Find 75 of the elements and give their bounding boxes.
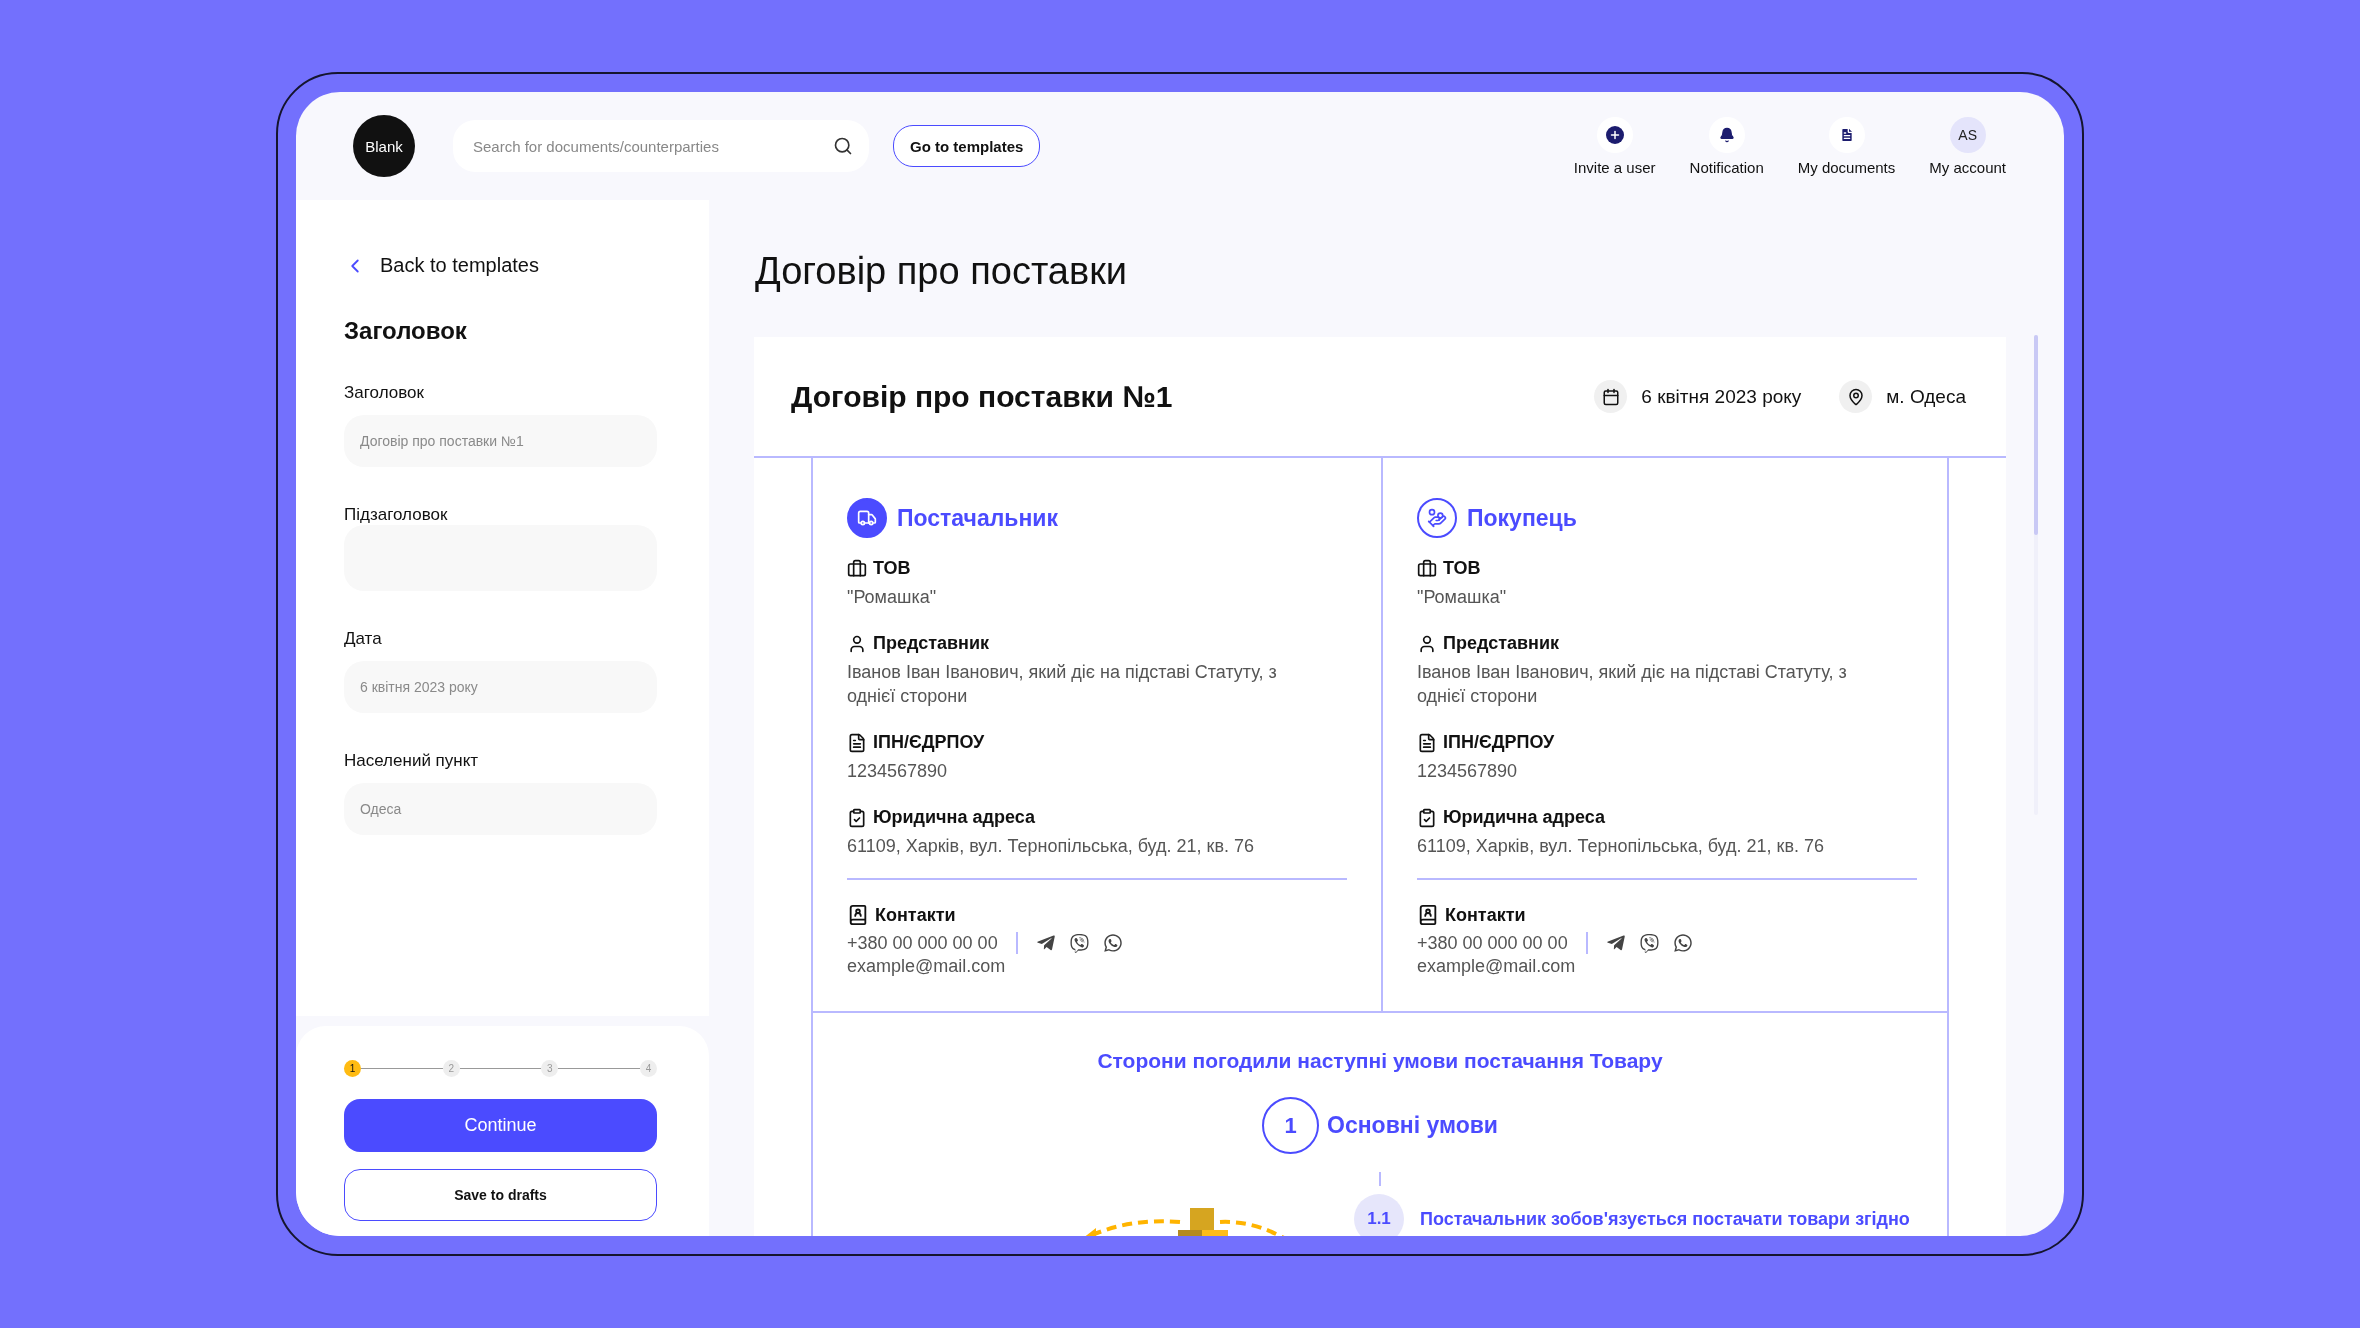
field-label: Населений пункт xyxy=(344,751,480,771)
field-value: 1234567890 xyxy=(1417,760,1519,783)
field-value: Іванов Іван Іванович, який діє на підставі Статуту, з однієї сторони xyxy=(1417,661,1848,708)
paper-plane-icon[interactable] xyxy=(1035,933,1056,953)
document-icon xyxy=(1417,732,1437,753)
go-to-templates-button[interactable]: Go to templates xyxy=(893,125,1041,167)
nav-item[interactable]: My documents xyxy=(1797,116,1896,176)
email-address: example@mail.com xyxy=(847,956,1007,977)
phone-bubble-icon[interactable] xyxy=(1639,933,1659,953)
nav-item[interactable]: Notification xyxy=(1689,116,1764,176)
party-role: Покупець xyxy=(1467,504,1577,532)
field-label: Контакти xyxy=(875,904,956,926)
logo[interactable]: Blank xyxy=(353,115,415,177)
avatar: AS xyxy=(1949,116,1986,153)
field-label: ІПН/ЄДРПОУ xyxy=(873,732,985,753)
field-value: "Ромашка" xyxy=(847,586,938,609)
field-label: ТОВ xyxy=(873,558,911,579)
field-label: Контакти xyxy=(1445,904,1526,926)
field-label: Дата xyxy=(344,629,383,649)
back-link[interactable]: Back to templates xyxy=(344,254,657,277)
input-field[interactable]: Одеса xyxy=(344,783,657,835)
phone-chat-icon[interactable] xyxy=(1102,933,1123,953)
field-label: Заголовок xyxy=(344,383,425,403)
phone-bubble-icon[interactable] xyxy=(1069,933,1089,953)
person-icon xyxy=(1417,633,1437,654)
clause-number: 1.1 xyxy=(1354,1194,1404,1236)
step-dot[interactable]: 1 xyxy=(344,1060,361,1077)
briefcase-icon xyxy=(1417,558,1437,579)
briefcase-icon xyxy=(847,558,867,579)
email-address: example@mail.com xyxy=(1417,956,1577,977)
phone-number: +380 00 000 00 00 xyxy=(847,932,998,954)
clause-text: Постачальник зобов'язується постачати товари згідно xyxy=(1420,1208,1910,1230)
search-field[interactable]: Search for documents/counterparties xyxy=(453,120,869,172)
contact-book-icon xyxy=(1417,904,1439,926)
field-value: Іванов Іван Іванович, який діє на підставі Статуту, з однієї сторони xyxy=(847,661,1278,708)
save-to-drafts-button[interactable]: Save to drafts xyxy=(344,1169,657,1221)
field-value: 61109, Харків, вул. Тернопільська, буд. 21, кв. 76 xyxy=(847,835,1255,858)
paper-plane-icon[interactable] xyxy=(1605,933,1626,953)
input-field[interactable]: Договір про поставки №1 xyxy=(344,415,657,467)
field-value: 1234567890 xyxy=(847,760,949,783)
field-label: Юридична адреса xyxy=(1443,807,1605,828)
hand-coins-icon xyxy=(1417,498,1457,538)
field-label: Представник xyxy=(1443,633,1559,654)
phone-chat-icon[interactable] xyxy=(1672,933,1693,953)
location-pin-icon xyxy=(1839,380,1873,413)
section-title: Заголовок xyxy=(344,317,468,345)
search-icon xyxy=(833,136,853,156)
person-icon xyxy=(847,633,867,654)
section-number: 1 xyxy=(1262,1097,1319,1154)
field-label: Підзаголовок xyxy=(344,505,449,525)
document-place: м. Одеса xyxy=(1886,385,1966,408)
document-date: 6 квітня 2023 року xyxy=(1641,385,1802,408)
field-label: ТОВ xyxy=(1443,558,1481,579)
truck-icon xyxy=(847,498,887,538)
contact-book-icon xyxy=(847,904,869,926)
calendar-icon xyxy=(1594,380,1628,413)
nav-item[interactable]: Invite a user xyxy=(1573,116,1656,176)
scrollbar[interactable] xyxy=(2034,335,2038,815)
nav-item[interactable]: AS My account xyxy=(1929,116,2006,176)
field-value: 61109, Харків, вул. Тернопільська, буд. 21, кв. 76 xyxy=(1417,835,1825,858)
page-title: Договір про поставки xyxy=(754,250,1129,293)
clipboard-icon xyxy=(1417,807,1437,828)
field-value: "Ромашка" xyxy=(1417,586,1508,609)
section-heading: Основні умови xyxy=(1327,1112,1498,1139)
phone-number: +380 00 000 00 00 xyxy=(1417,932,1568,954)
field-label: Юридична адреса xyxy=(873,807,1035,828)
field-label: ІПН/ЄДРПОУ xyxy=(1443,732,1555,753)
field-label: Представник xyxy=(873,633,989,654)
terms-heading: Сторони погодили наступні умови постачання Товару xyxy=(1097,1049,1663,1073)
document-icon xyxy=(847,732,867,753)
input-field[interactable]: 6 квітня 2023 року xyxy=(344,661,657,713)
clipboard-icon xyxy=(847,807,867,828)
document-title: Договір про поставки №1 xyxy=(791,379,1173,414)
continue-button[interactable]: Continue xyxy=(344,1099,657,1152)
party-role: Постачальник xyxy=(897,504,1058,532)
